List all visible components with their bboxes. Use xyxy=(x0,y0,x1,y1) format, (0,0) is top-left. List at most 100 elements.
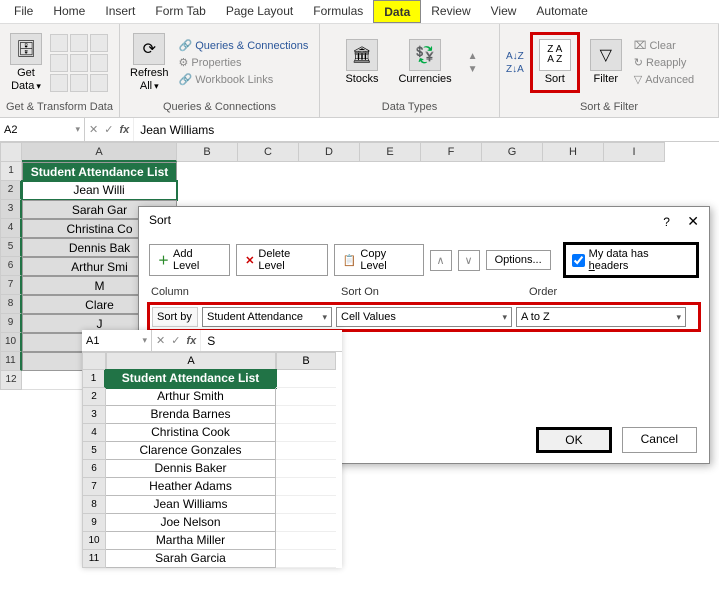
filter-button[interactable]: ▽ Filter xyxy=(586,37,626,87)
get-data-mini-icons[interactable] xyxy=(50,34,108,92)
tab-automate[interactable]: Automate xyxy=(526,0,597,23)
header-cell[interactable]: Student Attendance List xyxy=(22,162,177,181)
sorton-combo[interactable]: Cell Values▾ xyxy=(336,307,512,327)
cell[interactable]: Heather Adams xyxy=(106,478,276,496)
row-head[interactable]: 5 xyxy=(82,442,106,460)
row-head[interactable]: 4 xyxy=(82,424,106,442)
close-icon[interactable]: ✕ xyxy=(687,213,699,229)
tab-home[interactable]: Home xyxy=(43,0,95,23)
chevron-up-icon[interactable]: ▲ xyxy=(468,51,478,62)
sort-az-icon[interactable]: A↓Z xyxy=(506,51,524,62)
cancel-fx-icon[interactable]: ✕ xyxy=(89,123,98,136)
tab-insert[interactable]: Insert xyxy=(95,0,145,23)
cell[interactable]: Martha Miller xyxy=(106,532,276,550)
delete-level-button[interactable]: ✕Delete Level xyxy=(236,244,328,276)
workbook-links-link[interactable]: 🔗Workbook Links xyxy=(177,72,311,87)
tab-formtab[interactable]: Form Tab xyxy=(145,0,215,23)
headers-checkbox-input[interactable] xyxy=(572,254,585,267)
advanced-link[interactable]: ▽Advanced xyxy=(632,72,696,87)
cell[interactable]: Jean Willi xyxy=(22,181,177,200)
overlay-formula-input[interactable]: S xyxy=(201,330,342,351)
col-head-b[interactable]: B xyxy=(177,142,238,162)
sort-za-icon[interactable]: Z↓A xyxy=(506,64,524,75)
row-head[interactable]: 4 xyxy=(0,219,22,238)
col-head-e[interactable]: E xyxy=(360,142,421,162)
formula-input[interactable]: Jean Williams xyxy=(134,118,719,141)
enter-fx-icon[interactable]: ✓ xyxy=(104,123,113,136)
refresh-all-button[interactable]: ⟳ Refresh All xyxy=(126,31,173,93)
help-button[interactable]: ? xyxy=(663,215,670,229)
row-head[interactable]: 11 xyxy=(0,352,22,371)
row-head[interactable]: 8 xyxy=(82,496,106,514)
chevron-down-icon[interactable]: ▼ xyxy=(468,64,478,75)
fx-icon[interactable]: fx xyxy=(186,335,196,347)
options-button[interactable]: Options... xyxy=(486,250,551,270)
row-head[interactable]: 2 xyxy=(0,181,22,200)
tab-formulas[interactable]: Formulas xyxy=(303,0,373,23)
col-head-h[interactable]: H xyxy=(543,142,604,162)
enter-fx-icon[interactable]: ✓ xyxy=(171,334,180,347)
row-head[interactable]: 10 xyxy=(0,333,22,352)
row-head[interactable]: 3 xyxy=(0,200,22,219)
cell[interactable]: Sarah Garcia xyxy=(106,550,276,568)
cell[interactable]: Brenda Barnes xyxy=(106,406,276,424)
cancel-fx-icon[interactable]: ✕ xyxy=(156,334,165,347)
row-head[interactable]: 3 xyxy=(82,406,106,424)
select-all-corner[interactable] xyxy=(82,352,106,370)
row-head[interactable]: 2 xyxy=(82,388,106,406)
currencies-button[interactable]: 💱 Currencies xyxy=(394,37,455,87)
overlay-namebox[interactable]: A1▾ xyxy=(82,330,152,351)
row-head[interactable]: 7 xyxy=(82,478,106,496)
reapply-link[interactable]: ↻Reapply xyxy=(632,55,696,70)
move-down-button[interactable]: ∨ xyxy=(458,250,480,271)
col-head-i[interactable]: I xyxy=(604,142,665,162)
col-head-d[interactable]: D xyxy=(299,142,360,162)
row-head[interactable]: 12 xyxy=(0,371,22,390)
row-head[interactable]: 6 xyxy=(82,460,106,478)
row-head[interactable]: 6 xyxy=(0,257,22,276)
move-up-button[interactable]: ∧ xyxy=(430,250,452,271)
datatypes-nav[interactable]: ▲ ▼ xyxy=(468,51,478,75)
cell[interactable]: Dennis Baker xyxy=(106,460,276,478)
tab-view[interactable]: View xyxy=(481,0,527,23)
row-head[interactable]: 9 xyxy=(0,314,22,333)
headers-checkbox[interactable]: My data has headers xyxy=(563,242,699,278)
properties-link[interactable]: ⚙Properties xyxy=(177,55,311,70)
row-head[interactable]: 9 xyxy=(82,514,106,532)
col-head-g[interactable]: G xyxy=(482,142,543,162)
sort-button[interactable]: Z AA Z Sort xyxy=(535,37,575,87)
cancel-button[interactable]: Cancel xyxy=(622,427,697,453)
row-head[interactable]: 8 xyxy=(0,295,22,314)
row-head[interactable]: 10 xyxy=(82,532,106,550)
col-head-f[interactable]: F xyxy=(421,142,482,162)
ok-button[interactable]: OK xyxy=(536,427,611,453)
sortby-combo[interactable]: Student Attendance▾ xyxy=(202,307,332,327)
cell[interactable]: Arthur Smith xyxy=(106,388,276,406)
tab-data[interactable]: Data xyxy=(373,0,421,23)
clear-link[interactable]: ⌧Clear xyxy=(632,38,696,53)
col-head-b[interactable]: B xyxy=(276,352,336,370)
col-head-c[interactable]: C xyxy=(238,142,299,162)
tab-pagelayout[interactable]: Page Layout xyxy=(216,0,303,23)
add-level-button[interactable]: ＋Add Level xyxy=(149,244,230,276)
col-head-a[interactable]: A xyxy=(106,352,276,370)
name-box[interactable]: A2▾ xyxy=(0,118,85,141)
col-head-a[interactable]: A xyxy=(22,142,177,162)
tab-review[interactable]: Review xyxy=(421,0,480,23)
copy-level-button[interactable]: 📋Copy Level xyxy=(334,244,424,276)
select-all-corner[interactable] xyxy=(0,142,22,162)
row-head[interactable]: 5 xyxy=(0,238,22,257)
cell[interactable]: Joe Nelson xyxy=(106,514,276,532)
get-data-button[interactable]: 🗄 Get Data xyxy=(6,31,46,93)
order-combo[interactable]: A to Z▾ xyxy=(516,307,686,327)
fx-icon[interactable]: fx xyxy=(119,124,129,136)
cell[interactable]: Jean Williams xyxy=(106,496,276,514)
header-cell[interactable]: Student Attendance List xyxy=(106,370,276,388)
cell[interactable]: Christina Cook xyxy=(106,424,276,442)
cell[interactable]: Clarence Gonzales xyxy=(106,442,276,460)
queries-connections-link[interactable]: 🔗Queries & Connections xyxy=(177,38,311,53)
row-head[interactable]: 1 xyxy=(0,162,22,181)
row-head[interactable]: 7 xyxy=(0,276,22,295)
tab-file[interactable]: File xyxy=(4,0,43,23)
sort-az-buttons[interactable]: A↓Z Z↓A xyxy=(506,51,524,75)
